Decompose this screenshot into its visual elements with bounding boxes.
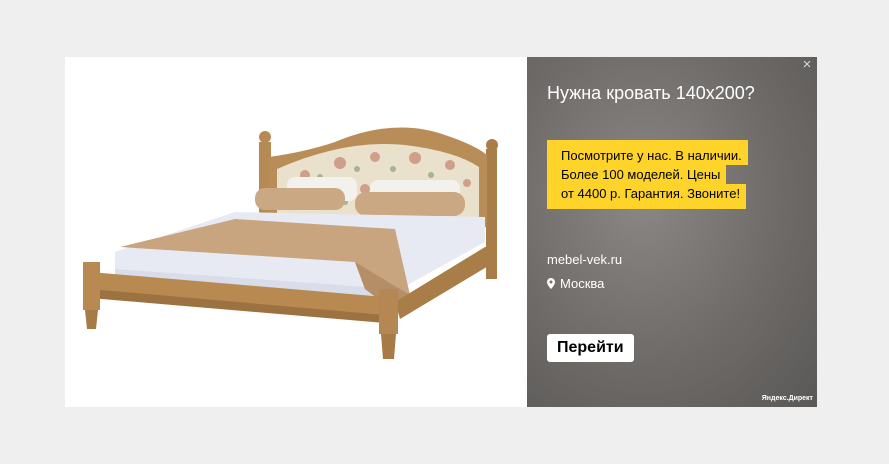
location-label: Москва <box>560 276 605 291</box>
ad-location: Москва <box>547 276 604 291</box>
go-button[interactable]: Перейти <box>547 334 634 362</box>
product-image[interactable] <box>65 57 527 407</box>
yandex-direct-logo[interactable]: Яндекс.Директ <box>762 395 813 402</box>
ad-info-panel: × Нужна кровать 140х200? Посмотрите у на… <box>527 57 817 407</box>
ad-title[interactable]: Нужна кровать 140х200? <box>547 83 755 104</box>
close-icon[interactable]: × <box>799 57 815 73</box>
ad-domain[interactable]: mebel-vek.ru <box>547 252 622 267</box>
bed-image[interactable] <box>65 57 527 407</box>
promo-text: Посмотрите у нас. В наличии. Более 100 м… <box>547 140 775 209</box>
promo-line: от 4400 р. Гарантия. Звоните! <box>547 184 747 209</box>
promo-line: Более 100 моделей. Цены <box>547 165 727 184</box>
map-pin-icon <box>547 278 555 289</box>
promo-line: Посмотрите у нас. В наличии. <box>547 140 748 165</box>
ad-block[interactable]: × Нужна кровать 140х200? Посмотрите у на… <box>65 57 817 407</box>
